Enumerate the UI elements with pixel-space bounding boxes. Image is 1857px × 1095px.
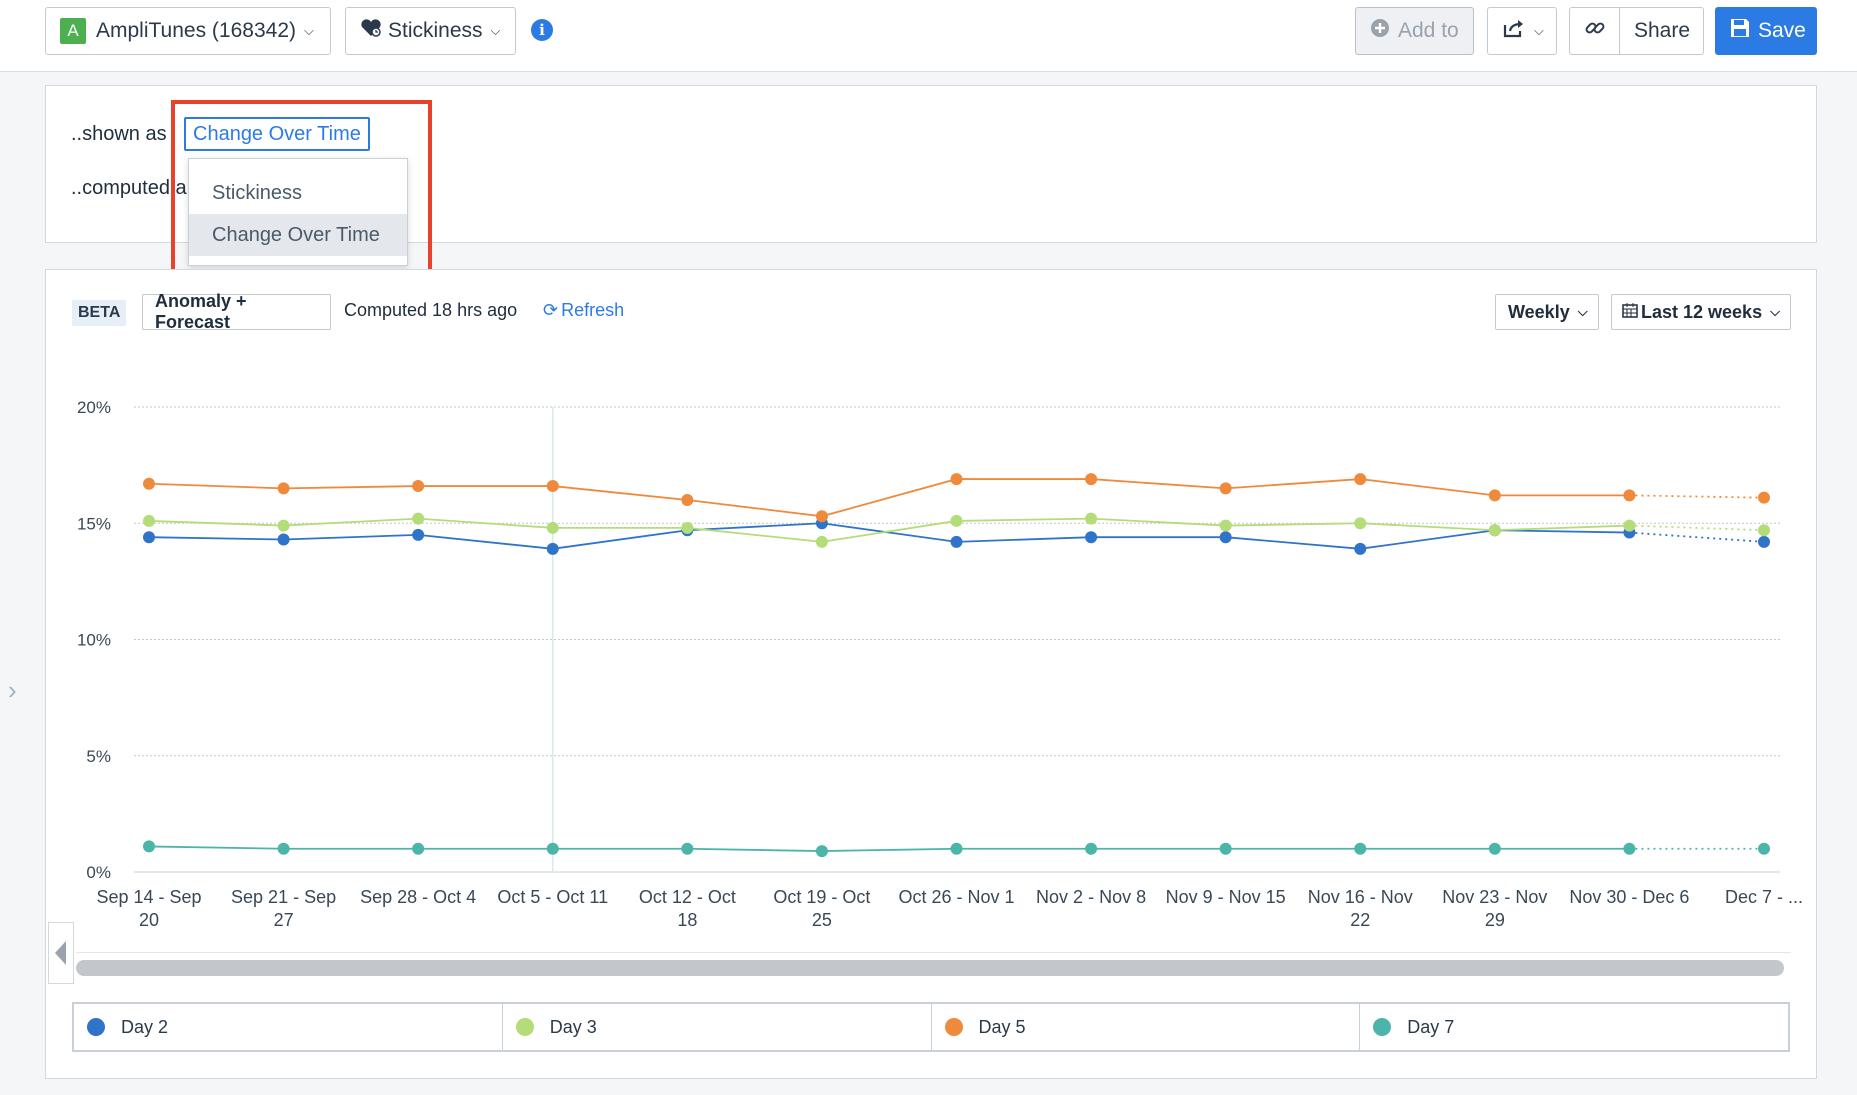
x-tick-label: Sep 14 - Sep — [96, 887, 201, 907]
data-point — [546, 521, 559, 534]
y-tick-label: 5% — [86, 747, 111, 766]
data-point — [1354, 842, 1367, 855]
x-tick-label: Nov 16 - Nov — [1308, 887, 1413, 907]
data-point — [1488, 842, 1501, 855]
data-point — [1219, 842, 1232, 855]
legend-item-day-3[interactable]: Day 3 — [503, 1004, 932, 1050]
x-tick-label: Nov 2 - Nov 8 — [1036, 887, 1146, 907]
data-point — [277, 519, 290, 532]
data-point — [412, 512, 425, 525]
x-tick-label: 22 — [1350, 910, 1370, 930]
legend-swatch — [1373, 1018, 1392, 1036]
data-point — [1219, 482, 1232, 495]
data-point — [1758, 491, 1770, 504]
data-point — [1219, 531, 1232, 544]
data-point — [1758, 842, 1770, 855]
x-tick-label: Sep 28 - Oct 4 — [360, 887, 476, 907]
data-point — [1085, 842, 1098, 855]
data-point — [412, 480, 425, 493]
data-point — [815, 510, 828, 523]
data-point — [950, 473, 963, 486]
x-tick-label: Oct 12 - Oct — [639, 887, 736, 907]
x-tick-label: Oct 5 - Oct 11 — [497, 887, 608, 907]
forecast-line — [1629, 494, 1765, 499]
x-tick-label: Dec 7 - ... — [1725, 887, 1803, 907]
data-point — [143, 531, 155, 544]
y-tick-label: 10% — [77, 631, 111, 650]
data-point — [412, 842, 425, 855]
data-point — [412, 528, 425, 541]
legend-item-day-7[interactable]: Day 7 — [1360, 1004, 1788, 1050]
data-point — [815, 535, 828, 548]
legend-swatch — [944, 1018, 963, 1036]
data-point — [950, 514, 963, 527]
data-point — [277, 533, 290, 546]
data-point — [1758, 535, 1770, 548]
series-line — [148, 845, 1630, 852]
data-point — [681, 842, 694, 855]
forecast-line — [1629, 531, 1765, 543]
data-point — [277, 482, 290, 495]
data-point — [1085, 473, 1098, 486]
series-line — [148, 517, 1630, 543]
legend-label: Day 7 — [1407, 1016, 1455, 1037]
x-tick-label: 18 — [677, 910, 697, 930]
y-tick-label: 15% — [77, 514, 111, 533]
data-point — [1085, 512, 1098, 525]
data-point — [1219, 519, 1232, 532]
legend-label: Day 3 — [549, 1016, 597, 1037]
chart-legend: Day 2 Day 3 Day 5 Day 7 — [72, 1002, 1790, 1052]
data-point — [815, 845, 828, 858]
data-point — [950, 842, 963, 855]
scroll-left-icon[interactable] — [48, 922, 74, 984]
stickiness-line-chart: 0% 5% 10% 15% 20% Sep 14 - Sep 20 Sep 21 - Sep 2… — [77, 398, 1803, 930]
x-tick-label: 29 — [1485, 910, 1505, 930]
x-tick-label: 20 — [139, 910, 159, 930]
data-point — [143, 514, 155, 527]
data-point — [1488, 489, 1501, 502]
data-point — [1623, 489, 1636, 502]
data-point — [1354, 542, 1367, 555]
data-point — [681, 494, 694, 506]
x-tick-label: Nov 30 - Dec 6 — [1569, 887, 1689, 907]
data-point — [1354, 517, 1367, 530]
data-point — [1085, 531, 1098, 544]
x-tick-label: Nov 9 - Nov 15 — [1166, 887, 1286, 907]
x-tick-label: 27 — [274, 910, 294, 930]
x-tick-label: Oct 19 - Oct — [773, 887, 870, 907]
data-point — [277, 842, 290, 855]
data-point — [950, 535, 963, 548]
data-point — [1623, 842, 1636, 855]
data-point — [546, 842, 559, 855]
series-line — [148, 478, 1630, 518]
x-tick-label: Sep 21 - Sep — [231, 887, 336, 907]
data-point — [681, 521, 694, 534]
x-tick-label: Oct 26 - Nov 1 — [898, 887, 1014, 907]
series-line — [148, 522, 1630, 550]
legend-label: Day 5 — [978, 1016, 1026, 1037]
data-point — [143, 477, 155, 490]
data-point — [143, 840, 155, 853]
data-point — [1758, 524, 1770, 537]
legend-item-day-2[interactable]: Day 2 — [74, 1004, 503, 1050]
y-tick-label: 0% — [86, 863, 111, 882]
data-point — [1488, 524, 1501, 537]
legend-label: Day 2 — [121, 1016, 169, 1037]
legend-swatch — [515, 1018, 534, 1036]
data-point — [1354, 473, 1367, 486]
legend-item-day-5[interactable]: Day 5 — [932, 1004, 1361, 1050]
x-tick-label: Nov 23 - Nov — [1442, 887, 1547, 907]
data-point — [546, 542, 559, 555]
chart-scroll-thumb[interactable] — [76, 960, 1784, 976]
data-point — [546, 480, 559, 493]
data-point — [1623, 519, 1636, 532]
y-tick-label: 20% — [77, 398, 111, 417]
legend-swatch — [87, 1018, 105, 1036]
forecast-line — [1629, 524, 1765, 532]
x-tick-label: 25 — [812, 910, 832, 930]
